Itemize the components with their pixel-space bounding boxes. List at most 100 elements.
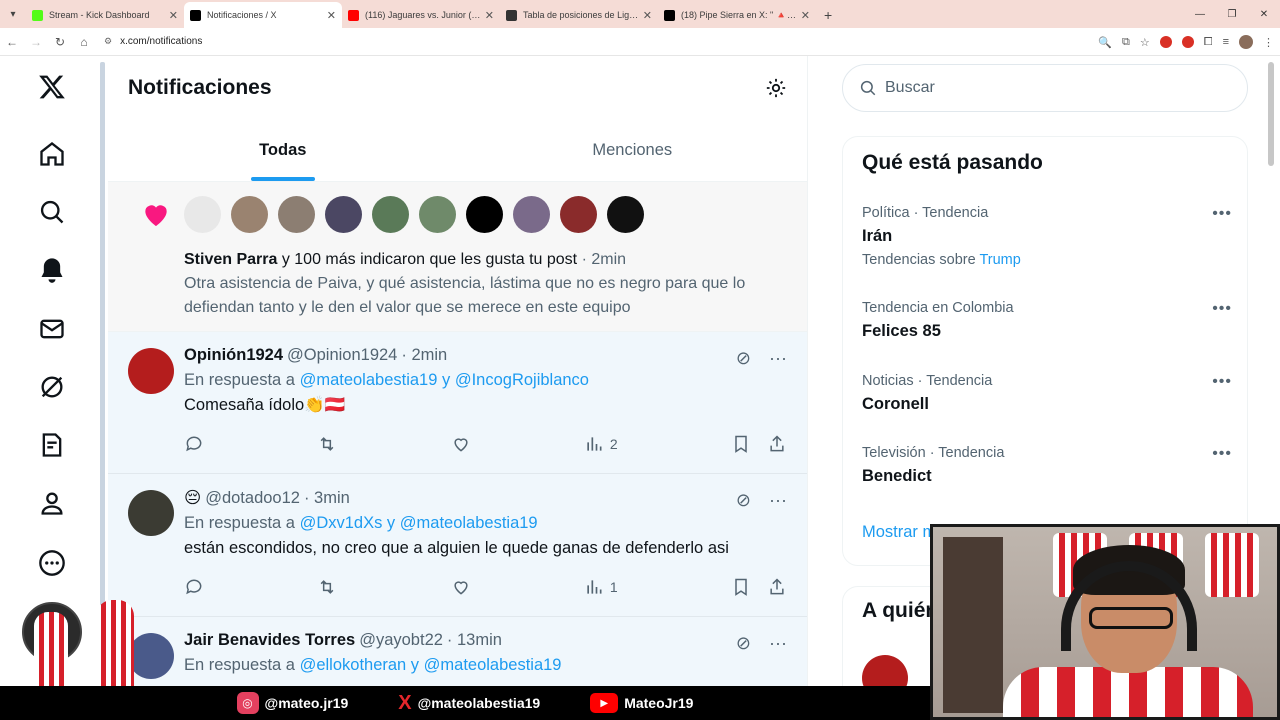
url-field[interactable]: ⚙ x.com/notifications: [104, 36, 202, 47]
avatar[interactable]: [372, 196, 409, 233]
more-options-icon[interactable]: •••: [1212, 205, 1232, 223]
bookmark-button[interactable]: [731, 434, 751, 454]
profile-avatar[interactable]: [1239, 35, 1253, 49]
left-scrollbar[interactable]: [100, 62, 105, 622]
avatar[interactable]: [128, 490, 174, 536]
back-icon[interactable]: ←: [0, 35, 24, 49]
close-icon[interactable]: ✕: [327, 9, 336, 22]
trend-item[interactable]: Política · Tendencia Irán Tendencias sob…: [862, 205, 1232, 268]
close-icon[interactable]: ✕: [801, 9, 810, 22]
trend-item[interactable]: Noticias · Tendencia Coronell •••: [862, 373, 1232, 414]
author-name[interactable]: Jair Benavides Torres: [184, 631, 355, 650]
grok-icon[interactable]: ⊘: [736, 348, 751, 369]
more-icon[interactable]: [37, 548, 67, 578]
like-button[interactable]: [451, 577, 471, 597]
avatar[interactable]: [128, 348, 174, 394]
media-icon[interactable]: ≡: [1223, 36, 1229, 48]
like-notification[interactable]: Stiven Parra y 100 más indicaron que les…: [108, 182, 807, 332]
tab-menciones[interactable]: Menciones: [458, 120, 808, 181]
browser-tab[interactable]: (18) Pipe Sierra en X: " 🔺 Exclu ✕: [658, 2, 816, 28]
more-options-icon[interactable]: ···: [769, 490, 787, 511]
avatar[interactable]: [184, 196, 221, 233]
reply-button[interactable]: [184, 577, 204, 597]
like-button[interactable]: [451, 434, 471, 454]
more-options-icon[interactable]: •••: [1212, 373, 1232, 391]
reply-notification[interactable]: 😔 @dotadoo12 · 3min ⊘ ··· En respuesta a @D…: [108, 474, 807, 617]
grok-icon[interactable]: ⊘: [736, 633, 751, 654]
site-info-icon[interactable]: ⚙: [104, 36, 112, 47]
repost-button[interactable]: [317, 434, 337, 454]
author-handle[interactable]: @dotadoo12: [205, 489, 300, 508]
browser-tab[interactable]: (116) Jaguares vs. Junior (goles ✕: [342, 2, 500, 28]
extensions-puzzle-icon[interactable]: ⧠: [1204, 36, 1213, 49]
bookmark-star-icon[interactable]: ☆: [1140, 36, 1150, 49]
reply-notification[interactable]: Opinión1924 @Opinion1924 · 2min ⊘ ··· En re…: [108, 332, 807, 474]
reply-to-links[interactable]: @ellokotheran y @mateolabestia19: [300, 656, 562, 674]
mail-icon[interactable]: [37, 314, 67, 344]
right-scrollbar[interactable]: [1268, 62, 1274, 166]
more-options-icon[interactable]: ···: [769, 348, 787, 369]
tab-title: Notificaciones / X: [207, 10, 277, 20]
new-tab-button[interactable]: +: [816, 2, 840, 28]
tab-todas[interactable]: Todas: [108, 120, 458, 181]
opera-icon[interactable]: [1181, 36, 1194, 48]
maximize-icon[interactable]: ❐: [1216, 0, 1248, 28]
settings-gear-icon[interactable]: [765, 77, 787, 99]
close-icon[interactable]: ✕: [643, 9, 652, 22]
close-icon[interactable]: ✕: [485, 9, 494, 22]
avatar[interactable]: [231, 196, 268, 233]
reply-notification[interactable]: Jair Benavides Torres @yayobt22 · 13min ⊘ ·…: [108, 617, 807, 686]
trend-item[interactable]: Tendencia en Colombia Felices 85 •••: [862, 300, 1232, 341]
reload-icon[interactable]: ↻: [48, 35, 72, 49]
views-button[interactable]: 1: [584, 577, 618, 597]
bell-icon[interactable]: [37, 255, 67, 285]
close-window-icon[interactable]: ✕: [1248, 0, 1280, 28]
avatar[interactable]: [466, 196, 503, 233]
grok-icon[interactable]: [37, 372, 67, 402]
home-browser-icon[interactable]: ⌂: [72, 35, 96, 49]
grok-icon[interactable]: ⊘: [736, 490, 751, 511]
avatar[interactable]: [607, 196, 644, 233]
close-icon[interactable]: ✕: [169, 9, 178, 22]
lists-icon[interactable]: [37, 430, 67, 460]
more-options-icon[interactable]: ···: [769, 633, 787, 654]
tab-search-icon[interactable]: ▾: [0, 0, 26, 28]
repost-button[interactable]: [317, 577, 337, 597]
share-button[interactable]: [767, 434, 787, 454]
trend-sub-link[interactable]: Trump: [979, 252, 1020, 268]
avatar[interactable]: [325, 196, 362, 233]
more-options-icon[interactable]: •••: [1212, 300, 1232, 318]
reply-button[interactable]: [184, 434, 204, 454]
reply-to-links[interactable]: @mateolabestia19 y @IncogRojiblanco: [300, 371, 589, 389]
zoom-icon[interactable]: 🔍: [1098, 36, 1112, 49]
author-name[interactable]: 😔: [184, 488, 201, 508]
profile-icon[interactable]: [37, 488, 67, 518]
author-handle[interactable]: @yayobt22: [359, 631, 443, 650]
install-icon[interactable]: ⧉: [1122, 36, 1130, 49]
views-button[interactable]: 2: [584, 434, 618, 454]
x-logo-icon[interactable]: [37, 72, 67, 102]
author-handle[interactable]: @Opinion1924: [287, 346, 397, 365]
minimize-icon[interactable]: —: [1184, 0, 1216, 28]
browser-tab[interactable]: Stream - Kick Dashboard ✕: [26, 2, 184, 28]
share-button[interactable]: [767, 577, 787, 597]
more-options-icon[interactable]: •••: [1212, 445, 1232, 463]
liker-name[interactable]: Stiven Parra: [184, 251, 277, 268]
browser-tab[interactable]: Tabla de posiciones de Liga Bet ✕: [500, 2, 658, 28]
search-icon[interactable]: [37, 197, 67, 227]
avatar[interactable]: [513, 196, 550, 233]
avatar[interactable]: [419, 196, 456, 233]
avatar[interactable]: [560, 196, 597, 233]
x-icon: [664, 9, 675, 21]
author-name[interactable]: Opinión1924: [184, 346, 283, 365]
browser-tab-active[interactable]: Notificaciones / X ✕: [184, 2, 342, 28]
home-icon[interactable]: [37, 139, 67, 169]
search-input[interactable]: Buscar: [842, 64, 1248, 112]
forward-icon[interactable]: →: [24, 35, 48, 49]
menu-kebab-icon[interactable]: ⋮: [1263, 36, 1274, 49]
bookmark-button[interactable]: [731, 577, 751, 597]
reply-to-links[interactable]: @Dxv1dXs y @mateolabestia19: [300, 514, 538, 532]
avatar[interactable]: [278, 196, 315, 233]
trend-item[interactable]: Televisión · Tendencia Benedict •••: [862, 445, 1232, 486]
extension-icon[interactable]: [1159, 36, 1172, 48]
